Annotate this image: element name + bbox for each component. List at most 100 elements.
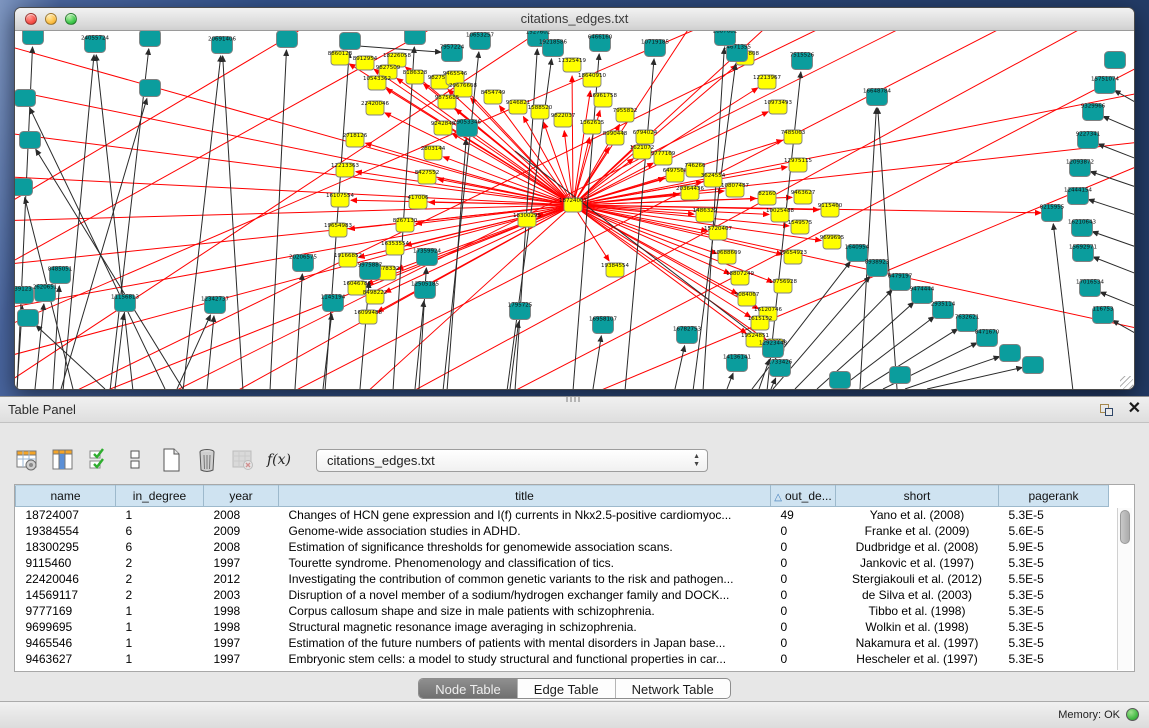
graph-node[interactable] [890, 367, 911, 384]
table-toolbar: f(x) citations_edges.txt ▲▼ [14, 445, 708, 475]
panel-splitter-handle[interactable] [566, 397, 582, 402]
graph-node[interactable] [1023, 357, 1044, 374]
create-column-button[interactable] [158, 447, 184, 473]
table-row[interactable]: 1938455462009Genome-wide association stu… [16, 523, 1109, 539]
graph-node-label: 16782753 [673, 327, 701, 333]
float-panel-icon[interactable] [1100, 401, 1116, 417]
graph-node[interactable] [15, 179, 33, 196]
select-columns-button[interactable] [86, 447, 112, 473]
table-row[interactable]: 911546021997Tourette syndrome. Phenomeno… [16, 555, 1109, 571]
column-header-out-de-[interactable]: △out_de... [771, 486, 836, 507]
graph-node[interactable] [830, 372, 851, 389]
tab-network-table[interactable]: Network Table [616, 679, 730, 699]
graph-node-label: 15720407 [704, 226, 732, 232]
table-row[interactable]: 1830029562008Estimation of significance … [16, 539, 1109, 555]
column-header-name[interactable]: name [16, 486, 116, 507]
column-header-year[interactable]: year [204, 486, 279, 507]
select-arrows-icon: ▲▼ [693, 453, 700, 469]
graph-node[interactable] [1000, 345, 1021, 362]
graph-node[interactable] [1105, 52, 1126, 69]
table-row[interactable]: 1456911722003Disruption of a novel membe… [16, 587, 1109, 603]
table-row[interactable]: 1872400712008Changes of HCN gene express… [16, 507, 1109, 523]
graph-node-label: 9875685 [435, 95, 460, 101]
table-mode-button[interactable] [14, 447, 40, 473]
graph-node-label: 17016534 [1076, 280, 1104, 286]
column-header-in-degree[interactable]: in_degree [116, 486, 204, 507]
memory-status-label: Memory: OK [1058, 709, 1120, 721]
graph-node-label: 16099488 [354, 310, 382, 316]
function-builder-button[interactable]: f(x) [266, 447, 292, 473]
graph-node[interactable] [140, 80, 161, 97]
tab-node-table[interactable]: Node Table [419, 679, 518, 699]
table-cell: Franke et al. (2009) [836, 523, 999, 539]
graph-node[interactable] [140, 31, 161, 47]
table-cell: 9115460 [16, 555, 116, 571]
table-row[interactable]: 946362711997Embryonic stem cells: a mode… [16, 651, 1109, 667]
graph-node-label: 10653257 [466, 33, 494, 39]
table-vertical-scrollbar[interactable] [1117, 508, 1132, 670]
network-window: citations_edges.txt 18724007886012389129… [14, 7, 1135, 390]
graph-node[interactable] [15, 90, 36, 107]
graph-node[interactable] [18, 310, 39, 327]
table-row[interactable]: 2242004622012Investigating the contribut… [16, 571, 1109, 587]
graph-node-label: 16648784 [863, 89, 891, 95]
table-cell: de Silva et al. (2003) [836, 587, 999, 603]
graph-node-label: 1145194 [321, 295, 346, 301]
attribute-table-container: namein_degreeyeartitle△out_de...shortpag… [14, 484, 1135, 672]
graph-node-label: 12213363 [331, 163, 359, 169]
graph-node-label: 12975115 [784, 158, 812, 164]
zoom-window-button[interactable] [65, 13, 77, 25]
graph-node[interactable] [340, 33, 361, 50]
tab-edge-table[interactable]: Edge Table [518, 679, 616, 699]
node-layer: 1872400788601238912954182260589827509818… [15, 31, 1126, 389]
table-cell: 5.3E-5 [999, 651, 1109, 667]
table-cell: 1998 [204, 603, 279, 619]
table-row[interactable]: 977716911998Corpus callosum shape and si… [16, 603, 1109, 619]
citation-network-graph[interactable]: 1872400788601238912954182260589827509818… [15, 31, 1134, 390]
network-table-select[interactable]: citations_edges.txt ▲▼ [316, 449, 708, 472]
show-columns-button[interactable] [50, 447, 76, 473]
graph-node-label: 8267130 [393, 218, 418, 224]
network-window-titlebar[interactable]: citations_edges.txt [15, 8, 1134, 31]
graph-node[interactable] [405, 31, 426, 45]
table-cell: 9777169 [16, 603, 116, 619]
row-height-button[interactable] [122, 447, 148, 473]
scrollbar-thumb[interactable] [1120, 510, 1130, 544]
close-window-button[interactable] [25, 13, 37, 25]
window-resize-grip[interactable] [1120, 376, 1133, 389]
table-row[interactable]: 969969511998Structural magnetic resonanc… [16, 619, 1109, 635]
graph-node-label: 9227341 [1076, 132, 1101, 138]
delete-column-button[interactable] [194, 447, 220, 473]
graph-node-label: 1588520 [528, 105, 553, 111]
table-cell: 0 [771, 523, 836, 539]
table-cell: 5.5E-5 [999, 571, 1109, 587]
graph-node-label: 2620651 [33, 285, 58, 291]
graph-node-label: 1733426 [768, 360, 793, 366]
graph-node-label: 2887682 [713, 31, 738, 35]
column-header-pagerank[interactable]: pagerank [999, 486, 1109, 507]
graph-node[interactable] [23, 31, 44, 45]
graph-node-label: 8427552 [415, 170, 440, 176]
table-cell: 5.3E-5 [999, 555, 1109, 571]
graph-node-label: 10025488 [766, 208, 794, 214]
graph-node-label: 1795725 [508, 303, 533, 309]
table-row[interactable]: 946554611997Estimation of the future num… [16, 635, 1109, 651]
graph-node[interactable] [20, 132, 41, 149]
graph-node[interactable] [277, 31, 298, 48]
graph-node-label: 2718126 [343, 133, 368, 139]
table-cell: 0 [771, 555, 836, 571]
column-header-title[interactable]: title [279, 486, 771, 507]
table-cell: 1997 [204, 635, 279, 651]
network-canvas[interactable]: 1872400788601238912954182260589827509818… [15, 31, 1134, 390]
minimize-window-button[interactable] [45, 13, 57, 25]
column-header-short[interactable]: short [836, 486, 999, 507]
table-cell: 6 [116, 523, 204, 539]
graph-node-label: 8454749 [481, 90, 506, 96]
table-cell: 1 [116, 603, 204, 619]
delete-table-button[interactable] [230, 447, 256, 473]
graph-node-label: 17359924 [413, 249, 441, 255]
close-panel-icon[interactable]: ✕ [1128, 401, 1141, 417]
node-attribute-table: namein_degreeyeartitle△out_de...shortpag… [15, 485, 1109, 667]
graph-node-label: 15751074 [1091, 77, 1119, 83]
graph-node-label: 1640954 [845, 245, 870, 251]
